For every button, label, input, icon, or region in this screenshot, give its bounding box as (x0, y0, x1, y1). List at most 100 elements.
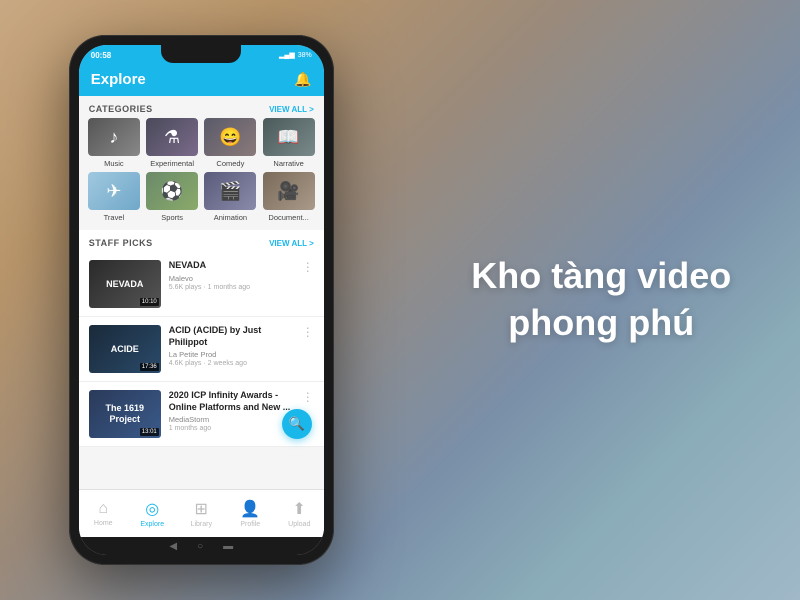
phone-shell: 00:58 ▂▄▆ 38% Explore 🔔 CATEGORIES VIEW … (69, 35, 334, 565)
search-fab[interactable]: 🔍 (282, 409, 312, 439)
categories-header: CATEGORIES VIEW ALL > (79, 96, 324, 118)
status-right: ▂▄▆ 38% (279, 51, 312, 59)
scene: 00:58 ▂▄▆ 38% Explore 🔔 CATEGORIES VIEW … (0, 0, 800, 600)
category-thumb-travel: ✈ (88, 172, 140, 210)
icp-author: MediaStorm (169, 415, 294, 424)
category-thumb-music: ♪ (88, 118, 140, 156)
nevada-duration: 10:10 (140, 298, 159, 306)
video-thumb-nevada: NEVADA 10:10 (89, 260, 161, 308)
acide-info: ACID (ACIDE) by Just Philippot La Petite… (169, 325, 294, 367)
promo-line2: phong phú (508, 302, 694, 343)
explore-icon: ◎ (145, 499, 159, 519)
app-header: Explore 🔔 (79, 65, 324, 96)
video-item-nevada[interactable]: NEVADA 10:10 NEVADA Malevo 5.6K plays · … (79, 252, 324, 317)
nevada-info: NEVADA Malevo 5.6K plays · 1 months ago (169, 260, 294, 291)
category-item-travel[interactable]: ✈ Travel (87, 172, 141, 222)
video-thumb-icp: The 1619Project 13:01 (89, 390, 161, 438)
nevada-title: NEVADA (169, 260, 294, 272)
nevada-thumb-text: NEVADA (106, 279, 143, 290)
right-text-block: Kho tàng video phong phú (471, 253, 731, 347)
category-label-animation: Animation (214, 213, 247, 222)
comedy-icon: 😄 (219, 127, 241, 148)
category-item-sports[interactable]: ⚽ Sports (145, 172, 199, 222)
video-thumb-acide: ACIDE 17:36 (89, 325, 161, 373)
categories-grid: ♪ Music ⚗ Experimental 😄 C (79, 118, 324, 228)
phone-screen: 00:58 ▂▄▆ 38% Explore 🔔 CATEGORIES VIEW … (79, 45, 324, 555)
app-content[interactable]: CATEGORIES VIEW ALL > ♪ Music ⚗ (79, 96, 324, 489)
acide-duration: 17:36 (140, 363, 159, 371)
home-icon: ⌂ (98, 500, 108, 518)
acide-meta: 4.6K plays · 2 weeks ago (169, 360, 294, 367)
acide-title: ACID (ACIDE) by Just Philippot (169, 325, 294, 348)
music-icon: ♪ (109, 127, 118, 148)
category-label-comedy: Comedy (216, 159, 244, 168)
battery-level: 38% (298, 52, 312, 59)
upload-icon: ⬆ (293, 499, 306, 519)
staff-picks-view-all[interactable]: VIEW ALL > (269, 239, 314, 248)
documentary-icon: 🎥 (277, 181, 299, 202)
nav-item-library[interactable]: ⊞ Library (177, 499, 226, 528)
staff-picks-header: STAFF PICKS VIEW ALL > (79, 230, 324, 252)
profile-label: Profile (240, 521, 260, 528)
nevada-menu-icon[interactable]: ⋮ (302, 260, 314, 274)
category-label-narrative: Narrative (273, 159, 303, 168)
category-thumb-animation: 🎬 (204, 172, 256, 210)
icp-duration: 13:01 (140, 428, 159, 436)
icp-menu-icon[interactable]: ⋮ (302, 390, 314, 404)
category-item-animation[interactable]: 🎬 Animation (203, 172, 257, 222)
promo-heading: Kho tàng video phong phú (471, 253, 731, 347)
category-thumb-narrative: 📖 (263, 118, 315, 156)
back-button[interactable]: ◀ (169, 541, 177, 552)
promo-line1: Kho tàng video (471, 255, 731, 296)
category-thumb-documentary: 🎥 (263, 172, 315, 210)
nav-item-explore[interactable]: ◎ Explore (128, 499, 177, 528)
category-item-comedy[interactable]: 😄 Comedy (203, 118, 257, 168)
category-item-narrative[interactable]: 📖 Narrative (262, 118, 316, 168)
home-indicator: ◀ ○ ▬ (79, 537, 324, 555)
category-label-travel: Travel (104, 213, 125, 222)
category-thumb-sports: ⚽ (146, 172, 198, 210)
explore-label: Explore (140, 521, 164, 528)
experimental-icon: ⚗ (164, 127, 180, 148)
nav-item-upload[interactable]: ⬆ Upload (275, 499, 324, 528)
app-title: Explore (91, 71, 146, 88)
icp-meta: 1 months ago (169, 425, 294, 432)
travel-icon: ✈ (106, 181, 121, 202)
library-icon: ⊞ (195, 499, 208, 519)
categories-title: CATEGORIES (89, 104, 153, 114)
phone-notch (161, 45, 241, 63)
categories-view-all[interactable]: VIEW ALL > (269, 105, 314, 114)
bell-icon[interactable]: 🔔 (294, 71, 311, 88)
home-button[interactable]: ○ (197, 541, 203, 552)
category-label-music: Music (104, 159, 124, 168)
nav-item-profile[interactable]: 👤 Profile (226, 499, 275, 528)
video-item-acide[interactable]: ACIDE 17:36 ACID (ACIDE) by Just Philipp… (79, 317, 324, 382)
icp-thumb-text: The 1619Project (105, 403, 144, 425)
status-time: 00:58 (91, 51, 111, 60)
recent-button[interactable]: ▬ (223, 541, 233, 552)
nav-item-home[interactable]: ⌂ Home (79, 500, 128, 527)
narrative-icon: 📖 (277, 127, 299, 148)
category-item-documentary[interactable]: 🎥 Document... (262, 172, 316, 222)
nevada-meta: 5.6K plays · 1 months ago (169, 284, 294, 291)
category-thumb-experimental: ⚗ (146, 118, 198, 156)
animation-icon: 🎬 (219, 181, 241, 202)
signal-icon: ▂▄▆ (279, 51, 295, 59)
upload-label: Upload (288, 521, 310, 528)
home-label: Home (94, 520, 113, 527)
category-label-experimental: Experimental (150, 159, 194, 168)
library-label: Library (191, 521, 212, 528)
icp-title: 2020 ICP Infinity Awards - Online Platfo… (169, 390, 294, 413)
acide-menu-icon[interactable]: ⋮ (302, 325, 314, 339)
profile-icon: 👤 (240, 499, 260, 519)
staff-picks-title: STAFF PICKS (89, 238, 153, 248)
icp-info: 2020 ICP Infinity Awards - Online Platfo… (169, 390, 294, 432)
acide-author: La Petite Prod (169, 350, 294, 359)
sports-icon: ⚽ (161, 181, 183, 202)
category-label-documentary: Document... (268, 213, 308, 222)
category-label-sports: Sports (161, 213, 183, 222)
category-item-experimental[interactable]: ⚗ Experimental (145, 118, 199, 168)
nevada-author: Malevo (169, 274, 294, 283)
category-thumb-comedy: 😄 (204, 118, 256, 156)
category-item-music[interactable]: ♪ Music (87, 118, 141, 168)
